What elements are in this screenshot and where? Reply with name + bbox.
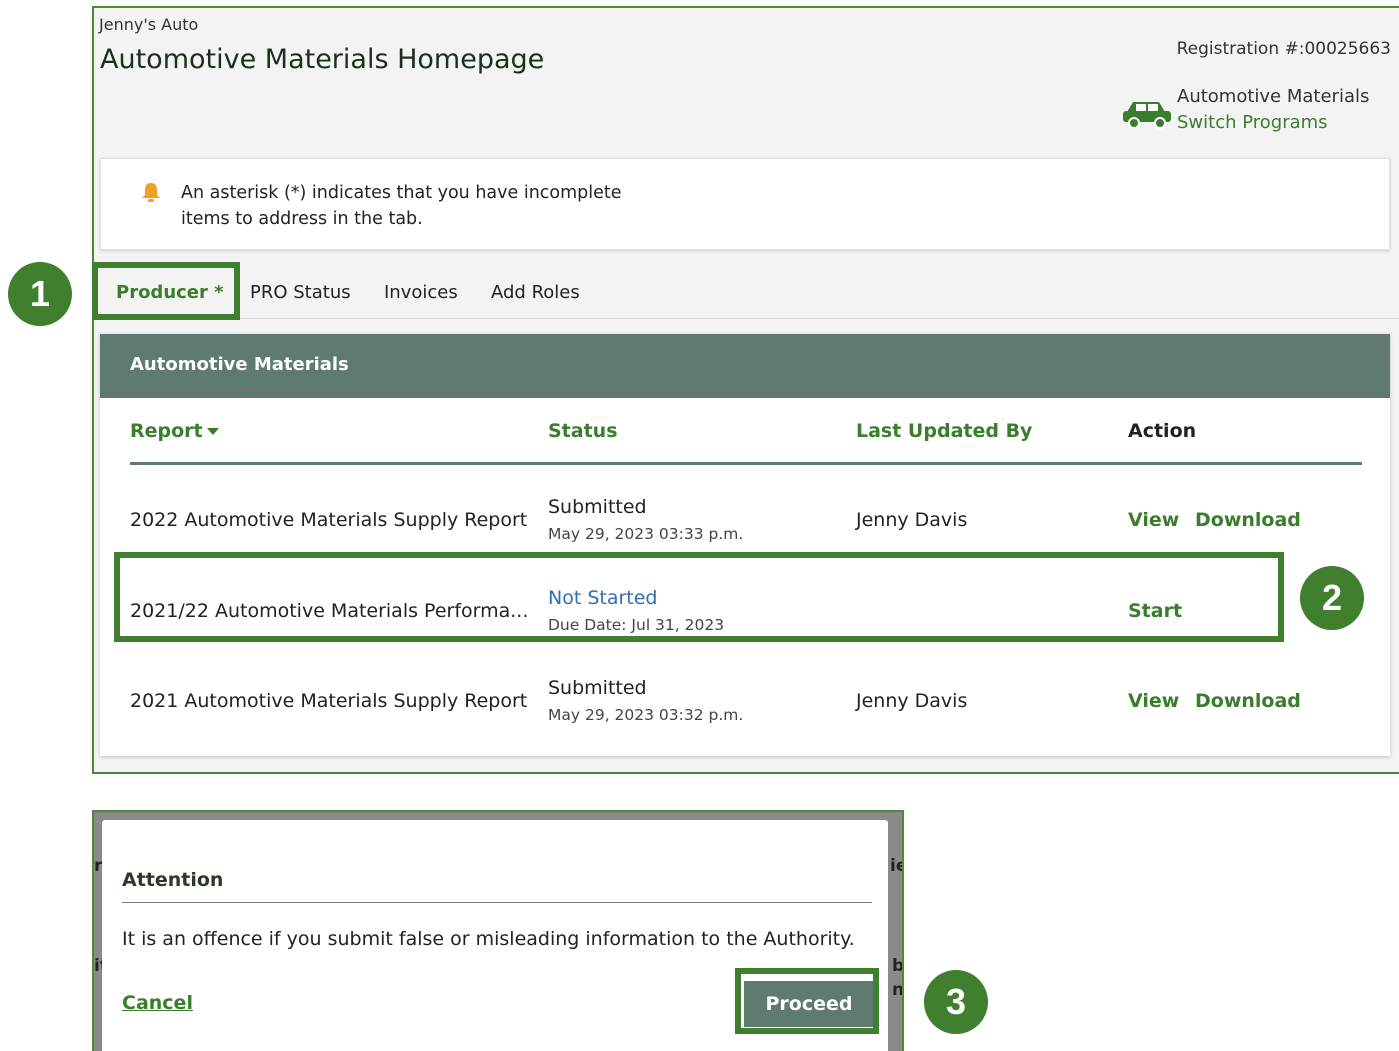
column-report-label: Report [130,420,203,442]
download-link[interactable]: Download [1195,690,1301,712]
status-date: May 29, 2023 03:32 p.m. [548,706,744,724]
bell-icon [142,183,160,202]
table-row: 2022 Automotive Materials Supply Report … [100,474,1390,564]
status-date: May 29, 2023 03:33 p.m. [548,525,744,543]
company-name: Jenny's Auto [99,15,199,34]
notice-line-2: items to address in the tab. [181,209,423,229]
switch-programs-link[interactable]: Switch Programs [1177,112,1328,133]
notice-text: An asterisk (*) indicates that you have … [181,180,701,232]
homepage-screenshot: Jenny's Auto Automotive Materials Homepa… [92,6,1399,774]
modal-title: Attention [122,869,224,891]
step-3-badge: 3 [924,970,988,1034]
step-2-badge: 2 [1300,566,1364,630]
report-name: 2022 Automotive Materials Supply Report [130,509,528,531]
car-icon [1123,102,1171,129]
last-updated-by: Jenny Davis [856,690,968,712]
cancel-button[interactable]: Cancel [122,992,193,1014]
highlight-proceed-button [735,968,879,1034]
tab-pro-status[interactable]: PRO Status [250,282,351,303]
column-report[interactable]: Report [130,420,219,442]
background-fragment: ie [890,856,902,876]
background-fragment: b [892,956,904,976]
notice-line-1: An asterisk (*) indicates that you have … [181,183,622,203]
column-status[interactable]: Status [548,420,618,442]
program-switcher: Automotive Materials Switch Programs [1121,84,1391,140]
registration-number: Registration #:00025663 [1176,39,1391,59]
download-link[interactable]: Download [1195,509,1301,531]
card-header: Automotive Materials [100,334,1390,398]
tab-add-roles[interactable]: Add Roles [491,282,580,303]
incomplete-items-notice: An asterisk (*) indicates that you have … [100,158,1390,250]
modal-divider [122,902,872,903]
header-divider [130,462,1362,465]
highlight-not-started-row [114,552,1284,642]
table-row: 2021 Automotive Materials Supply Report … [100,654,1390,744]
background-fragment: n [892,980,904,1000]
page-title: Automotive Materials Homepage [100,44,545,75]
report-status: Submitted [548,496,647,518]
report-status: Submitted [548,677,647,699]
view-link[interactable]: View [1128,690,1179,712]
step-1-badge: 1 [8,262,72,326]
column-last-updated[interactable]: Last Updated By [856,420,1032,442]
reports-card: Automotive Materials Report Status Last … [100,334,1390,756]
highlight-producer-tab [92,262,240,320]
column-action: Action [1128,420,1197,442]
tab-bar: Producer * PRO Status Invoices Add Roles [94,266,1399,319]
view-link[interactable]: View [1128,509,1179,531]
current-program: Automotive Materials [1177,86,1370,107]
report-name: 2021 Automotive Materials Supply Report [130,690,528,712]
modal-message: It is an offence if you submit false or … [122,928,855,950]
sort-caret-icon [206,428,219,435]
last-updated-by: Jenny Davis [856,509,968,531]
tab-invoices[interactable]: Invoices [384,282,458,303]
card-title: Automotive Materials [130,354,349,375]
